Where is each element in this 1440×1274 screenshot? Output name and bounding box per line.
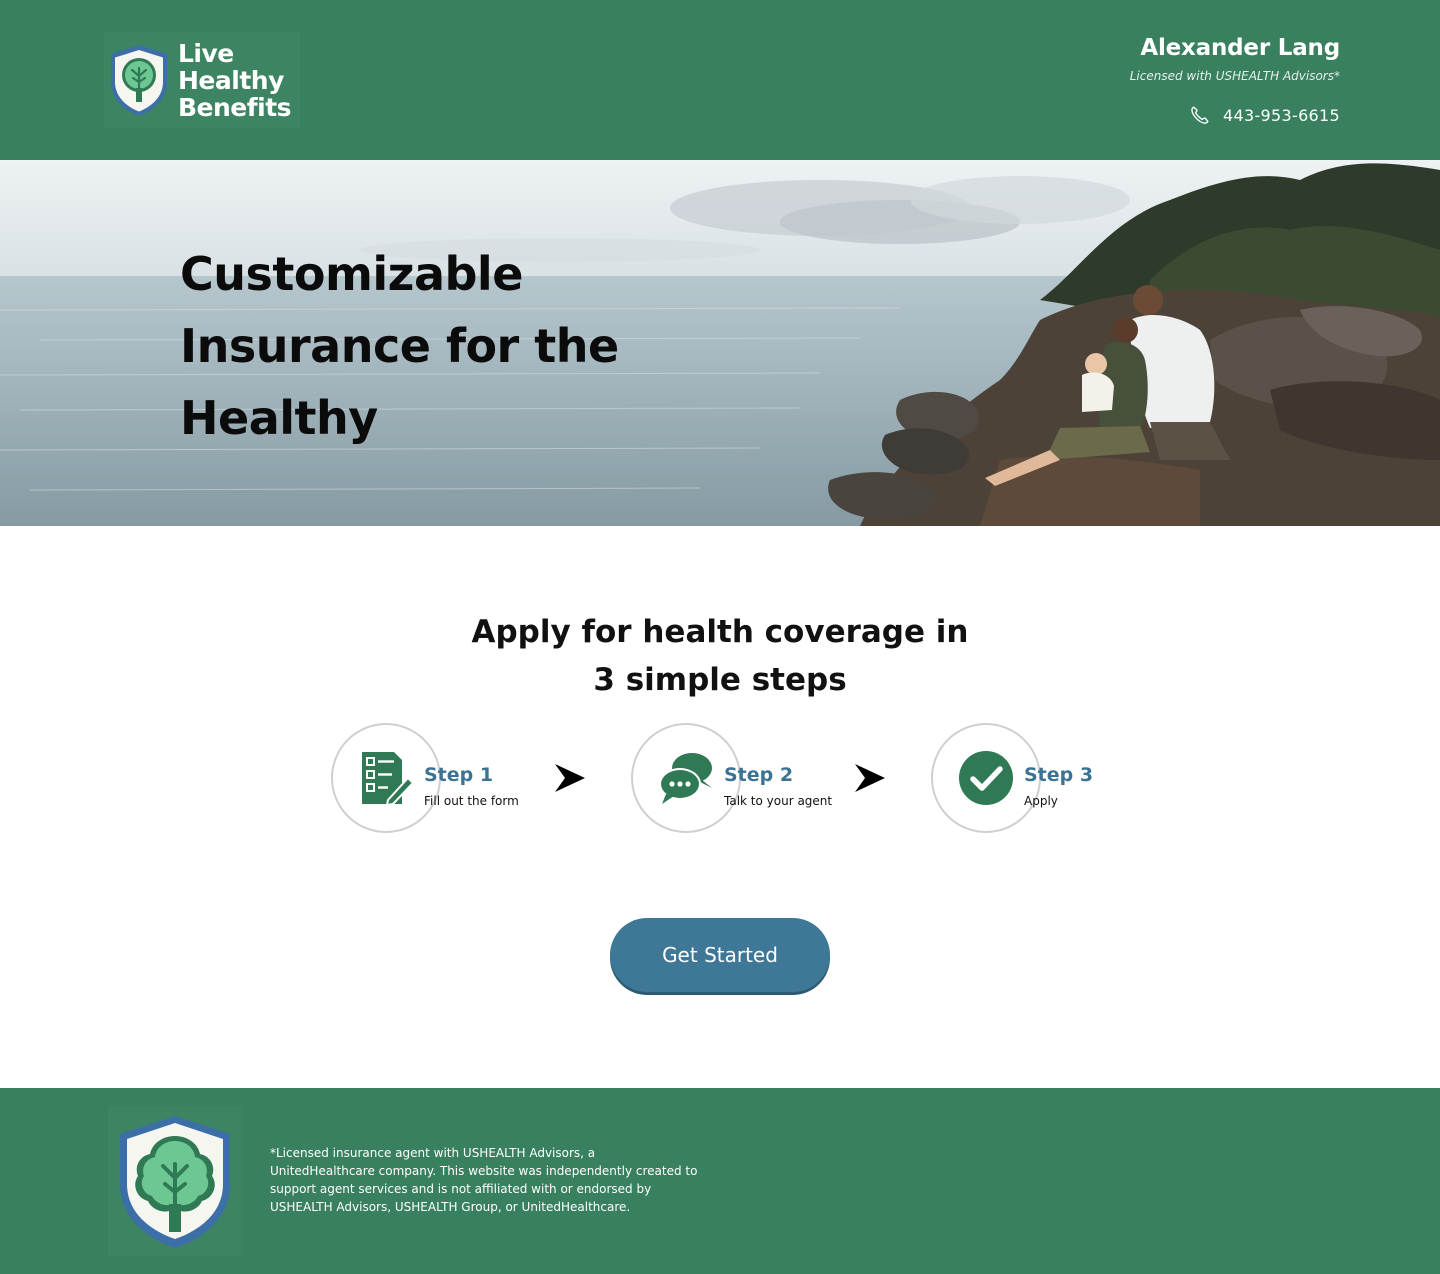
arrow-right-icon	[555, 764, 585, 792]
step-subtitle: Apply	[1024, 794, 1058, 808]
phone-icon	[1191, 106, 1209, 124]
steps-heading-line-1: Apply for health coverage in	[471, 614, 969, 650]
site-footer: *Licensed insurance agent with USHEALTH …	[0, 1088, 1440, 1274]
step-2: Step 2 Talk to your agent	[630, 722, 870, 834]
hero-title: Customizable Insurance for the Healthy	[180, 247, 619, 445]
brand-line-3: Benefits	[178, 92, 292, 122]
get-started-button[interactable]: Get Started	[610, 918, 830, 992]
arrow-right-icon	[855, 764, 885, 792]
footer-disclaimer: *Licensed insurance agent with USHEALTH …	[270, 1146, 698, 1214]
steps-heading: Apply for health coverage in 3 simple st…	[420, 608, 1020, 704]
step-title: Step 3	[1024, 764, 1094, 786]
step-title: Step 1	[424, 764, 494, 786]
step-3: Step 3 Apply	[930, 722, 1170, 834]
site-header: Live Healthy Benefits Alexander Lang Lic…	[0, 0, 1440, 160]
agent-name: Alexander Lang	[1140, 35, 1340, 61]
hero-banner: Customizable Insurance for the Healthy	[0, 160, 1440, 526]
tree-shield-icon	[111, 45, 167, 116]
step-subtitle: Fill out the form	[424, 794, 519, 808]
form-icon	[362, 752, 414, 806]
step-subtitle: Talk to your agent	[724, 794, 833, 808]
phone-number: 443-953-6615	[1223, 105, 1340, 125]
step-1: Step 1 Fill out the form	[330, 722, 570, 834]
footer-logo	[108, 1106, 242, 1256]
chat-icon	[659, 753, 712, 804]
step-title: Step 2	[724, 764, 794, 786]
steps-heading-line-2: 3 simple steps	[593, 662, 847, 698]
checkmark-icon	[959, 751, 1013, 805]
brand-wordmark: Live Healthy Benefits	[178, 38, 292, 122]
phone-link[interactable]: 443-953-6615	[1189, 104, 1340, 126]
brand-logo[interactable]: Live Healthy Benefits	[104, 32, 300, 128]
agent-license: Licensed with USHEALTH Advisors*	[1129, 69, 1340, 83]
agent-info: Alexander Lang Licensed with USHEALTH Ad…	[1130, 32, 1340, 86]
brand-line-1: Live	[178, 38, 234, 68]
brand-line-2: Healthy	[178, 65, 284, 95]
tree-shield-icon	[120, 1116, 230, 1248]
